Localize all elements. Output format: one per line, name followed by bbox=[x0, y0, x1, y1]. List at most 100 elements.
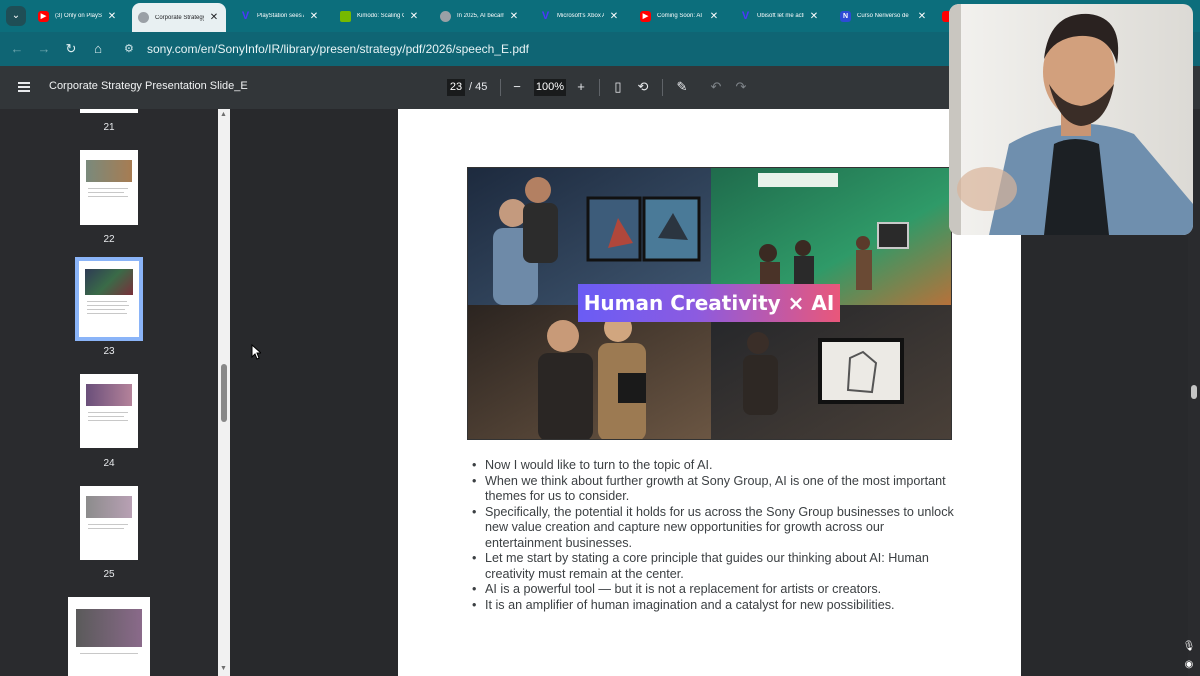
webcam-image bbox=[949, 4, 1193, 235]
annotate-icon[interactable]: ✎ bbox=[673, 78, 691, 96]
thumbnail-text-line bbox=[87, 301, 127, 302]
toolbar-divider bbox=[500, 79, 501, 96]
close-tab-icon[interactable]: ✕ bbox=[608, 11, 620, 22]
site-info-icon[interactable]: ⚙ bbox=[124, 37, 134, 61]
verge-icon: V bbox=[741, 10, 750, 22]
thumbnail-text-line bbox=[88, 196, 128, 197]
redo-icon[interactable]: ↷ bbox=[732, 78, 750, 96]
scroll-down-icon[interactable]: ▼ bbox=[220, 665, 227, 672]
tab-title: (3) Only on PlayStation bbox=[55, 13, 102, 19]
tab-overflow[interactable] bbox=[936, 4, 953, 28]
thumbnail-page-22[interactable] bbox=[80, 150, 138, 225]
bullet-item: Specifically, the potential it holds for… bbox=[470, 505, 960, 552]
thumbnail-image bbox=[86, 160, 132, 182]
back-icon[interactable]: ← bbox=[8, 40, 26, 58]
zoom-in-button[interactable]: + bbox=[572, 78, 590, 96]
bullet-item: Now I would like to turn to the topic of… bbox=[470, 458, 960, 474]
thumbnail-image bbox=[76, 609, 142, 647]
thumbnail-page-23[interactable] bbox=[75, 257, 143, 341]
browser-window: ⌄ ▶ (3) Only on PlayStation ✕ Corporate … bbox=[0, 0, 1200, 676]
close-tab-icon[interactable]: ✕ bbox=[508, 11, 520, 22]
thumbnail-sidebar: 21 22 23 24 25 ▲ ▼ bbox=[0, 109, 230, 676]
bullet-item: Let me start by stating a core principle… bbox=[470, 551, 960, 582]
url-field[interactable]: ⚙ sony.com/en/SonyInfo/IR/library/presen… bbox=[118, 37, 938, 61]
thumbnail-page-21[interactable] bbox=[80, 109, 138, 113]
thumbnail-page-24[interactable] bbox=[80, 374, 138, 448]
page-total: / 45 bbox=[469, 81, 488, 93]
thumbnail-text-line bbox=[88, 416, 124, 417]
sidebar-scrollbar[interactable]: ▲ ▼ bbox=[218, 109, 230, 676]
sidebar-scroll-thumb[interactable] bbox=[221, 364, 227, 422]
thumbnail-image bbox=[86, 496, 132, 518]
zoom-out-button[interactable]: − bbox=[508, 78, 526, 96]
toolbar-divider bbox=[599, 79, 600, 96]
thumbnail-text-line bbox=[87, 309, 125, 310]
thumbnail-text-line bbox=[87, 313, 127, 314]
microphone-icon[interactable]: 🎙 bbox=[1182, 640, 1196, 654]
forward-icon[interactable]: → bbox=[35, 40, 53, 58]
pdf-page: Human Creativity × AI Now I would like t… bbox=[398, 109, 1021, 676]
rotate-icon[interactable]: ⟲ bbox=[634, 78, 652, 96]
slide-banner-title: Human Creativity × AI bbox=[578, 284, 840, 322]
tab-title: Ubisoft let me actu bbox=[757, 13, 804, 19]
tab-title: Microsoft's Xbox AI bbox=[557, 13, 604, 19]
tab-coming-soon-ai[interactable]: ▶ Coming Soon: AI G ✕ bbox=[634, 4, 726, 28]
tab-title: PlayStation sees AI bbox=[257, 13, 304, 19]
close-tab-icon[interactable]: ✕ bbox=[916, 11, 928, 22]
undo-icon[interactable]: ↶ bbox=[707, 78, 725, 96]
tab-corporate-strategy[interactable]: Corporate Strategy ✕ bbox=[132, 3, 226, 32]
globe-icon bbox=[138, 12, 149, 23]
bullet-item: AI is a powerful tool — but it is not a … bbox=[470, 582, 960, 598]
slide-photo-collage: Human Creativity × AI bbox=[467, 167, 952, 440]
tab-title: Corporate Strategy bbox=[155, 14, 204, 21]
thumbnail-page-25[interactable] bbox=[80, 486, 138, 560]
close-tab-icon[interactable]: ✕ bbox=[408, 11, 420, 22]
youtube-icon: ▶ bbox=[38, 10, 49, 22]
close-tab-icon[interactable]: ✕ bbox=[708, 11, 720, 22]
tab-ai-2025[interactable]: In 2025, AI became ✕ bbox=[434, 4, 526, 28]
slide-notes-list: Now I would like to turn to the topic of… bbox=[470, 458, 960, 613]
thumbnail-number: 23 bbox=[103, 346, 115, 357]
lens-icon[interactable]: ◉ bbox=[1182, 658, 1196, 672]
thumbnail-text-line bbox=[88, 192, 124, 193]
close-tab-icon[interactable]: ✕ bbox=[808, 11, 820, 22]
fit-page-icon[interactable]: ▯ bbox=[609, 78, 627, 96]
thumbnail-text-line bbox=[88, 412, 128, 413]
tab-search-button[interactable]: ⌄ bbox=[6, 6, 26, 26]
reload-icon[interactable]: ↻ bbox=[62, 40, 80, 58]
document-title: Corporate Strategy Presentation Slide_E bbox=[49, 80, 248, 92]
viewer-scroll-thumb[interactable] bbox=[1191, 385, 1197, 399]
nvidia-icon bbox=[340, 10, 351, 22]
tab-curso-neriverso[interactable]: N Curso Neriverso de ✕ bbox=[834, 4, 934, 28]
thumbnail-image bbox=[86, 384, 132, 406]
tab-playstation-ai[interactable]: V PlayStation sees AI ✕ bbox=[234, 4, 326, 28]
scroll-up-icon[interactable]: ▲ bbox=[220, 111, 227, 118]
thumbnail-image bbox=[85, 269, 133, 295]
tab-only-on-playstation[interactable]: ▶ (3) Only on PlayStation ✕ bbox=[32, 4, 124, 28]
tab-title: Curso Neriverso de bbox=[857, 13, 909, 19]
tab-title: In 2025, AI became bbox=[457, 13, 504, 19]
verge-icon: V bbox=[541, 10, 550, 22]
close-tab-icon[interactable]: ✕ bbox=[106, 11, 118, 22]
thumbnail-text-line bbox=[88, 524, 128, 525]
tab-ubisoft[interactable]: V Ubisoft let me actu ✕ bbox=[734, 4, 826, 28]
thumbnail-page-26[interactable] bbox=[68, 597, 150, 676]
thumbnail-number: 22 bbox=[103, 234, 115, 245]
thumbnail-text-line bbox=[80, 653, 138, 654]
thumbnail-text-line bbox=[88, 528, 124, 529]
tab-title: Coming Soon: AI G bbox=[657, 13, 704, 19]
close-tab-icon[interactable]: ✕ bbox=[308, 11, 320, 22]
bullet-item: When we think about further growth at So… bbox=[470, 474, 960, 505]
thumbnail-number: 24 bbox=[103, 458, 115, 469]
thumbnail-number: 21 bbox=[103, 122, 115, 133]
thumbnail-text-line bbox=[88, 188, 128, 189]
menu-icon[interactable] bbox=[18, 82, 30, 92]
tab-kimodo[interactable]: Kimodo: Scaling Co ✕ bbox=[334, 4, 426, 28]
zoom-level-input[interactable]: 100% bbox=[534, 79, 566, 96]
home-icon[interactable]: ⌂ bbox=[89, 40, 107, 58]
globe-icon bbox=[440, 10, 451, 22]
tab-microsoft-xbox-ai[interactable]: V Microsoft's Xbox AI ✕ bbox=[534, 4, 626, 28]
page-number-input[interactable]: 23 bbox=[447, 79, 465, 96]
bullet-item: It is an amplifier of human imagination … bbox=[470, 598, 960, 614]
close-tab-icon[interactable]: ✕ bbox=[208, 12, 220, 23]
